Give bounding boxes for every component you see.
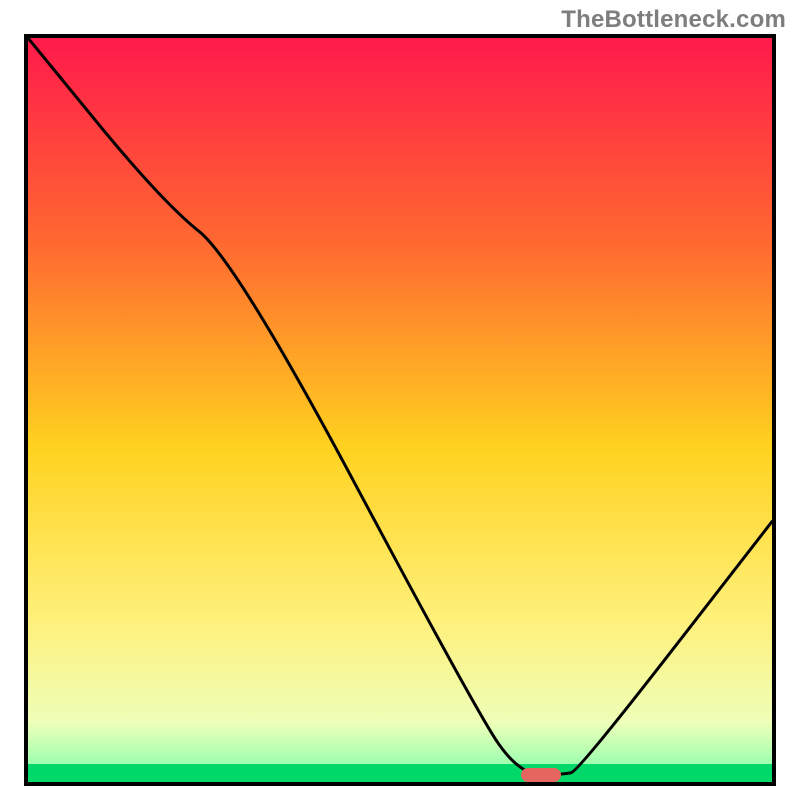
plot-frame [24,34,776,786]
optimum-marker [521,768,561,782]
bottleneck-curve [28,38,772,782]
plot-area [28,38,772,782]
watermark-text: TheBottleneck.com [561,6,786,34]
chart-canvas: TheBottleneck.com [0,0,800,800]
